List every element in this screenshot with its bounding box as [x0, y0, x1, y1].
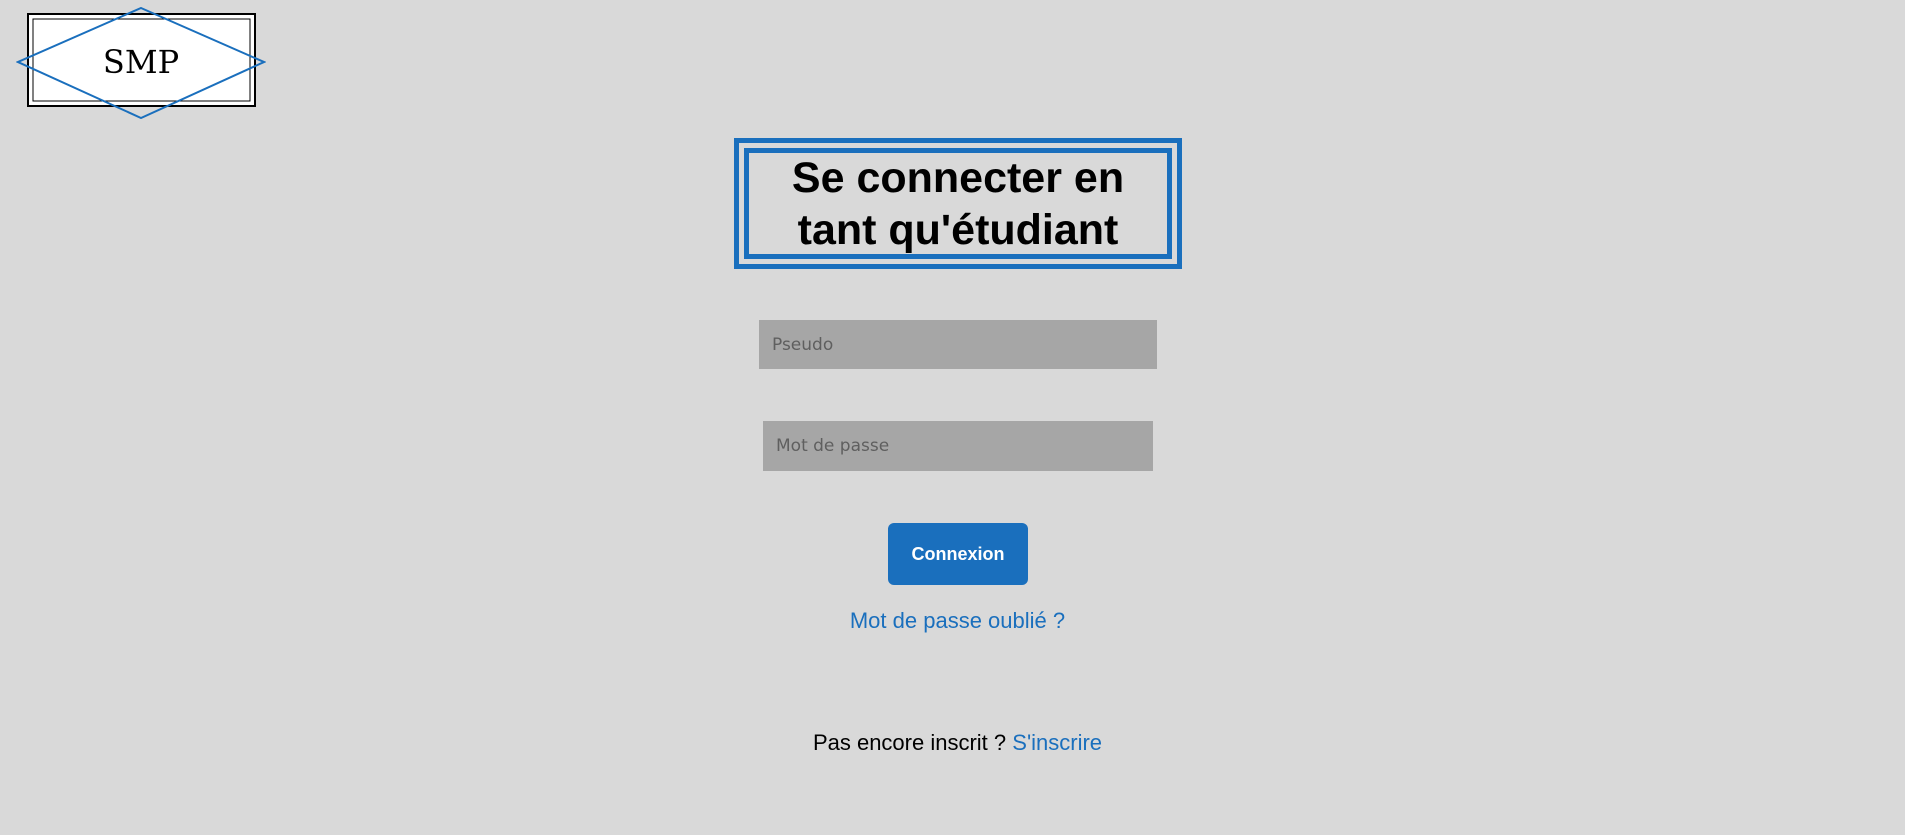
- signup-line: Pas encore inscrit ? S'inscrire: [0, 730, 1905, 756]
- login-button[interactable]: Connexion: [888, 523, 1028, 585]
- signup-prompt: Pas encore inscrit ?: [812, 730, 1007, 755]
- page-title-line-1: Se connecter en: [791, 153, 1125, 202]
- logo-text: SMP: [103, 43, 179, 81]
- smp-logo[interactable]: SMP: [16, 7, 266, 119]
- page-title-line-2: tant qu'étudiant: [797, 205, 1119, 254]
- page-title-frame: Se connecter en tant qu'étudiant: [734, 138, 1182, 269]
- login-page: SMP Se connecter en tant qu'étudiant Con…: [0, 0, 1905, 835]
- signup-link[interactable]: S'inscrire: [1012, 730, 1102, 755]
- page-title: Se connecter en tant qu'étudiant: [792, 152, 1124, 256]
- password-input[interactable]: [763, 421, 1153, 471]
- logo-graphic: SMP: [16, 7, 266, 119]
- forgot-password-link[interactable]: Mot de passe oublié ?: [0, 608, 1905, 634]
- pseudo-input[interactable]: [759, 320, 1157, 369]
- page-title-inner-frame: Se connecter en tant qu'étudiant: [744, 148, 1172, 259]
